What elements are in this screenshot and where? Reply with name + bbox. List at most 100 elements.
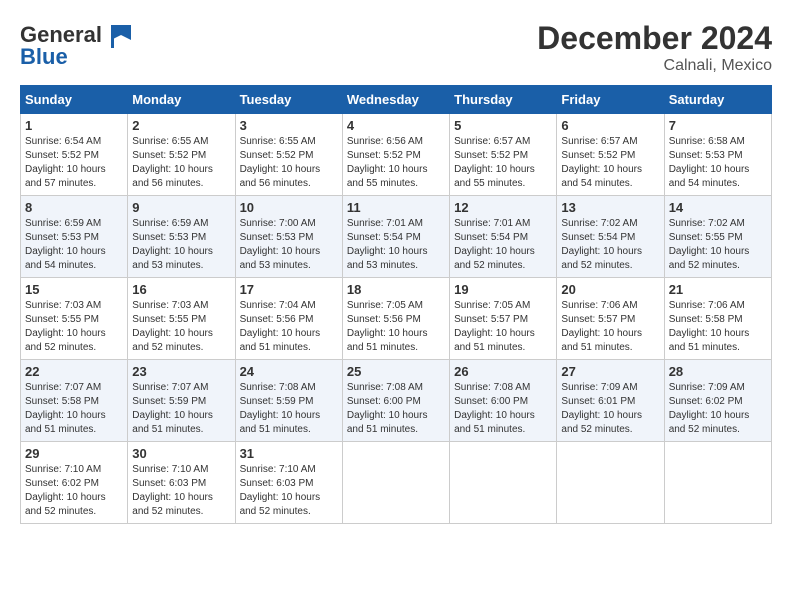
day-cell: 3 Sunrise: 6:55 AM Sunset: 5:52 PM Daylig… [235, 114, 342, 196]
day-cell: 4 Sunrise: 6:56 AM Sunset: 5:52 PM Daylig… [342, 114, 449, 196]
day-number: 27 [561, 364, 659, 379]
day-number: 18 [347, 282, 445, 297]
day-info: Sunrise: 7:03 AM Sunset: 5:55 PM Dayligh… [132, 299, 230, 355]
day-cell: 5Sunrise: 6:57 AM Sunset: 5:52 PM Daylig… [450, 114, 557, 196]
location: Calnali, Mexico [537, 57, 772, 75]
day-cell: 1 Sunrise: 6:54 AM Sunset: 5:52 PM Daylig… [21, 114, 128, 196]
day-cell: 14 Sunrise: 7:02 AM Sunset: 5:55 PM Dayli… [664, 196, 771, 278]
day-info: Sunrise: 6:58 AM Sunset: 5:53 PM Dayligh… [669, 135, 767, 191]
title-area: December 2024 Calnali, Mexico [537, 20, 772, 75]
day-cell: 9Sunrise: 6:59 AM Sunset: 5:53 PM Daylig… [128, 196, 235, 278]
day-info: Sunrise: 6:59 AM Sunset: 5:53 PM Dayligh… [132, 217, 230, 273]
col-header-wednesday: Wednesday [342, 86, 449, 114]
day-info: Sunrise: 7:06 AM Sunset: 5:58 PM Dayligh… [669, 299, 767, 355]
day-number: 1 [25, 118, 123, 133]
day-cell [342, 442, 449, 524]
day-cell [557, 442, 664, 524]
day-number: 7 [669, 118, 767, 133]
day-number: 16 [132, 282, 230, 297]
month-title: December 2024 [537, 20, 772, 57]
col-header-tuesday: Tuesday [235, 86, 342, 114]
calendar-table: SundayMondayTuesdayWednesdayThursdayFrid… [20, 85, 772, 524]
day-cell: 27 Sunrise: 7:09 AM Sunset: 6:01 PM Dayli… [557, 360, 664, 442]
week-row-4: 22 Sunrise: 7:07 AM Sunset: 5:58 PM Dayli… [21, 360, 772, 442]
col-header-sunday: Sunday [21, 86, 128, 114]
day-cell [450, 442, 557, 524]
day-cell: 18 Sunrise: 7:05 AM Sunset: 5:56 PM Dayli… [342, 278, 449, 360]
day-cell: 17 Sunrise: 7:04 AM Sunset: 5:56 PM Dayli… [235, 278, 342, 360]
day-number: 2 [132, 118, 230, 133]
week-row-2: 8 Sunrise: 6:59 AM Sunset: 5:53 PM Daylig… [21, 196, 772, 278]
day-number: 8 [25, 200, 123, 215]
day-number: 23 [132, 364, 230, 379]
day-cell: 2 Sunrise: 6:55 AM Sunset: 5:52 PM Daylig… [128, 114, 235, 196]
day-number: 30 [132, 446, 230, 461]
day-number: 13 [561, 200, 659, 215]
day-info: Sunrise: 7:00 AM Sunset: 5:53 PM Dayligh… [240, 217, 338, 273]
day-number: 6 [561, 118, 659, 133]
day-number: 25 [347, 364, 445, 379]
day-cell: 13 Sunrise: 7:02 AM Sunset: 5:54 PM Dayli… [557, 196, 664, 278]
day-cell: 15Sunrise: 7:03 AM Sunset: 5:55 PM Dayli… [21, 278, 128, 360]
day-number: 31 [240, 446, 338, 461]
day-cell: 12Sunrise: 7:01 AM Sunset: 5:54 PM Dayli… [450, 196, 557, 278]
day-number: 14 [669, 200, 767, 215]
day-info: Sunrise: 7:04 AM Sunset: 5:56 PM Dayligh… [240, 299, 338, 355]
day-info: Sunrise: 6:56 AM Sunset: 5:52 PM Dayligh… [347, 135, 445, 191]
day-number: 17 [240, 282, 338, 297]
col-header-saturday: Saturday [664, 86, 771, 114]
day-info: Sunrise: 7:08 AM Sunset: 6:00 PM Dayligh… [454, 381, 552, 437]
day-info: Sunrise: 7:07 AM Sunset: 5:59 PM Dayligh… [132, 381, 230, 437]
day-info: Sunrise: 6:55 AM Sunset: 5:52 PM Dayligh… [240, 135, 338, 191]
day-info: Sunrise: 7:09 AM Sunset: 6:01 PM Dayligh… [561, 381, 659, 437]
day-cell [664, 442, 771, 524]
header-row: SundayMondayTuesdayWednesdayThursdayFrid… [21, 86, 772, 114]
day-cell: 31 Sunrise: 7:10 AM Sunset: 6:03 PM Dayli… [235, 442, 342, 524]
day-info: Sunrise: 7:02 AM Sunset: 5:55 PM Dayligh… [669, 217, 767, 273]
col-header-thursday: Thursday [450, 86, 557, 114]
day-number: 15 [25, 282, 123, 297]
day-cell: 28 Sunrise: 7:09 AM Sunset: 6:02 PM Dayli… [664, 360, 771, 442]
day-info: Sunrise: 7:09 AM Sunset: 6:02 PM Dayligh… [669, 381, 767, 437]
day-number: 3 [240, 118, 338, 133]
day-info: Sunrise: 6:59 AM Sunset: 5:53 PM Dayligh… [25, 217, 123, 273]
day-cell: 20Sunrise: 7:06 AM Sunset: 5:57 PM Dayli… [557, 278, 664, 360]
day-number: 5 [454, 118, 552, 133]
day-number: 20 [561, 282, 659, 297]
day-number: 19 [454, 282, 552, 297]
day-info: Sunrise: 6:55 AM Sunset: 5:52 PM Dayligh… [132, 135, 230, 191]
day-cell: 19Sunrise: 7:05 AM Sunset: 5:57 PM Dayli… [450, 278, 557, 360]
day-info: Sunrise: 7:07 AM Sunset: 5:58 PM Dayligh… [25, 381, 123, 437]
day-number: 11 [347, 200, 445, 215]
day-number: 12 [454, 200, 552, 215]
day-cell: 21 Sunrise: 7:06 AM Sunset: 5:58 PM Dayli… [664, 278, 771, 360]
day-info: Sunrise: 6:54 AM Sunset: 5:52 PM Dayligh… [25, 135, 123, 191]
day-number: 4 [347, 118, 445, 133]
day-number: 22 [25, 364, 123, 379]
day-info: Sunrise: 7:10 AM Sunset: 6:03 PM Dayligh… [240, 463, 338, 519]
day-info: Sunrise: 7:05 AM Sunset: 5:56 PM Dayligh… [347, 299, 445, 355]
day-info: Sunrise: 6:57 AM Sunset: 5:52 PM Dayligh… [561, 135, 659, 191]
day-info: Sunrise: 7:08 AM Sunset: 6:00 PM Dayligh… [347, 381, 445, 437]
day-cell: 7 Sunrise: 6:58 AM Sunset: 5:53 PM Daylig… [664, 114, 771, 196]
day-number: 21 [669, 282, 767, 297]
day-cell: 6 Sunrise: 6:57 AM Sunset: 5:52 PM Daylig… [557, 114, 664, 196]
day-number: 28 [669, 364, 767, 379]
day-cell: 26 Sunrise: 7:08 AM Sunset: 6:00 PM Dayli… [450, 360, 557, 442]
day-cell: 30Sunrise: 7:10 AM Sunset: 6:03 PM Dayli… [128, 442, 235, 524]
day-cell: 11Sunrise: 7:01 AM Sunset: 5:54 PM Dayli… [342, 196, 449, 278]
day-cell: 23 Sunrise: 7:07 AM Sunset: 5:59 PM Dayli… [128, 360, 235, 442]
col-header-monday: Monday [128, 86, 235, 114]
day-number: 26 [454, 364, 552, 379]
day-cell: 8 Sunrise: 6:59 AM Sunset: 5:53 PM Daylig… [21, 196, 128, 278]
day-info: Sunrise: 7:02 AM Sunset: 5:54 PM Dayligh… [561, 217, 659, 273]
day-cell: 10Sunrise: 7:00 AM Sunset: 5:53 PM Dayli… [235, 196, 342, 278]
day-cell: 24Sunrise: 7:08 AM Sunset: 5:59 PM Dayli… [235, 360, 342, 442]
week-row-1: 1 Sunrise: 6:54 AM Sunset: 5:52 PM Daylig… [21, 114, 772, 196]
logo: General Blue [20, 20, 136, 70]
page-header: General Blue December 2024 Calnali, Mexi… [20, 20, 772, 75]
week-row-3: 15 Sunrise: 7:03 AM Sunset: 5:55 PM Dayli… [21, 278, 772, 360]
day-cell: 22 Sunrise: 7:07 AM Sunset: 5:58 PM Dayli… [21, 360, 128, 442]
logo-icon [106, 20, 136, 50]
week-row-5: 29Sunrise: 7:10 AM Sunset: 6:02 PM Dayli… [21, 442, 772, 524]
